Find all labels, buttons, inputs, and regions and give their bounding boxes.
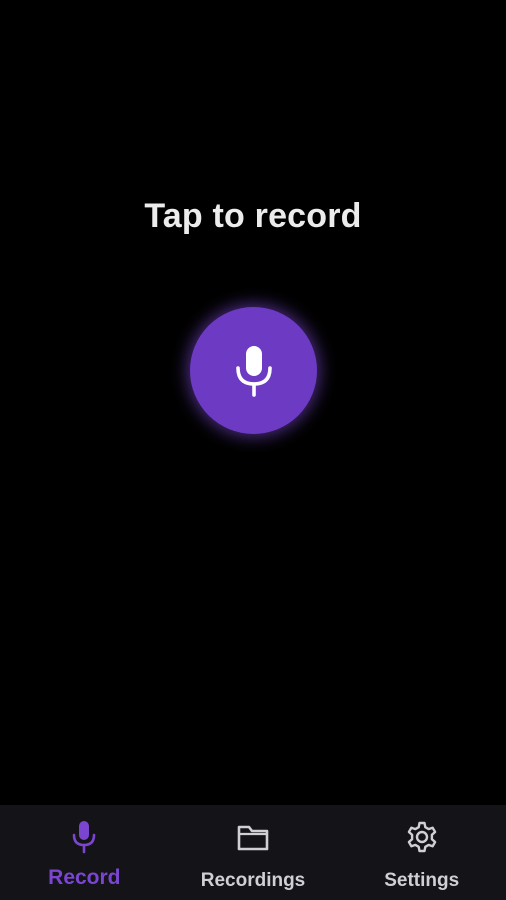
microphone-icon xyxy=(71,820,97,854)
page-title: Tap to record xyxy=(144,197,362,235)
nav-item-recordings[interactable]: Recordings xyxy=(169,805,338,900)
nav-label-settings: Settings xyxy=(384,870,460,891)
bottom-navigation: Record Recordings Settings xyxy=(0,805,506,900)
nav-label-record: Record xyxy=(48,866,121,889)
nav-label-recordings: Recordings xyxy=(200,870,306,891)
gear-icon xyxy=(405,820,439,854)
folder-icon xyxy=(236,820,270,854)
microphone-icon xyxy=(234,344,274,398)
nav-item-settings[interactable]: Settings xyxy=(337,805,506,900)
record-button[interactable] xyxy=(190,307,317,434)
record-screen: Tap to record Record Recordings Settings xyxy=(0,0,506,900)
nav-item-record[interactable]: Record xyxy=(0,805,169,900)
